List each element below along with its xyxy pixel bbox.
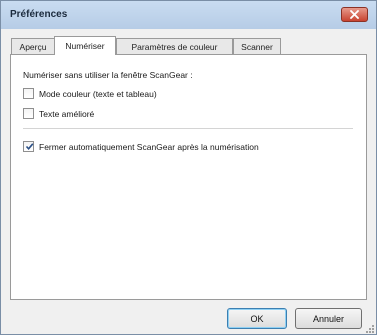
checkmark-icon xyxy=(25,143,34,151)
fermer-automatiquement-checkbox[interactable] xyxy=(23,141,34,152)
tab-apercu[interactable]: Aperçu xyxy=(11,38,55,54)
tab-label: Numériser xyxy=(65,41,105,51)
tab-label: Aperçu xyxy=(19,41,47,52)
title-bar[interactable]: Préférences xyxy=(1,1,376,29)
tab-parametres-de-couleur[interactable]: Paramètres de couleur xyxy=(116,38,233,54)
window-title: Préférences xyxy=(10,9,68,20)
tab-label: Scanner xyxy=(241,41,273,52)
section-label: Numériser sans utiliser la fenêtre ScanG… xyxy=(23,70,193,80)
texte-ameliore-checkbox[interactable] xyxy=(23,108,34,119)
ok-button[interactable]: OK xyxy=(227,308,287,329)
close-button[interactable] xyxy=(341,7,368,22)
option-label: Mode couleur (texte et tableau) xyxy=(39,88,157,99)
separator xyxy=(23,128,353,129)
option-mode-couleur[interactable]: Mode couleur (texte et tableau) xyxy=(23,88,157,99)
option-label: Texte amélioré xyxy=(39,108,95,119)
tab-panel-numeriser: Numériser sans utiliser la fenêtre ScanG… xyxy=(10,54,367,300)
tab-scanner[interactable]: Scanner xyxy=(233,38,281,54)
resize-grip-icon[interactable] xyxy=(363,322,375,334)
tab-numeriser[interactable]: Numériser xyxy=(54,36,116,55)
cancel-button[interactable]: Annuler xyxy=(295,308,362,329)
option-texte-ameliore[interactable]: Texte amélioré xyxy=(23,108,94,119)
mode-couleur-checkbox[interactable] xyxy=(23,88,34,99)
preferences-dialog: Préférences Aperçu Numériser Paramètres … xyxy=(0,0,377,335)
option-label: Fermer automatiquement ScanGear après la… xyxy=(39,141,259,152)
tab-label: Paramètres de couleur xyxy=(131,41,218,52)
option-fermer-automatiquement[interactable]: Fermer automatiquement ScanGear après la… xyxy=(23,141,259,152)
close-icon xyxy=(350,10,359,19)
